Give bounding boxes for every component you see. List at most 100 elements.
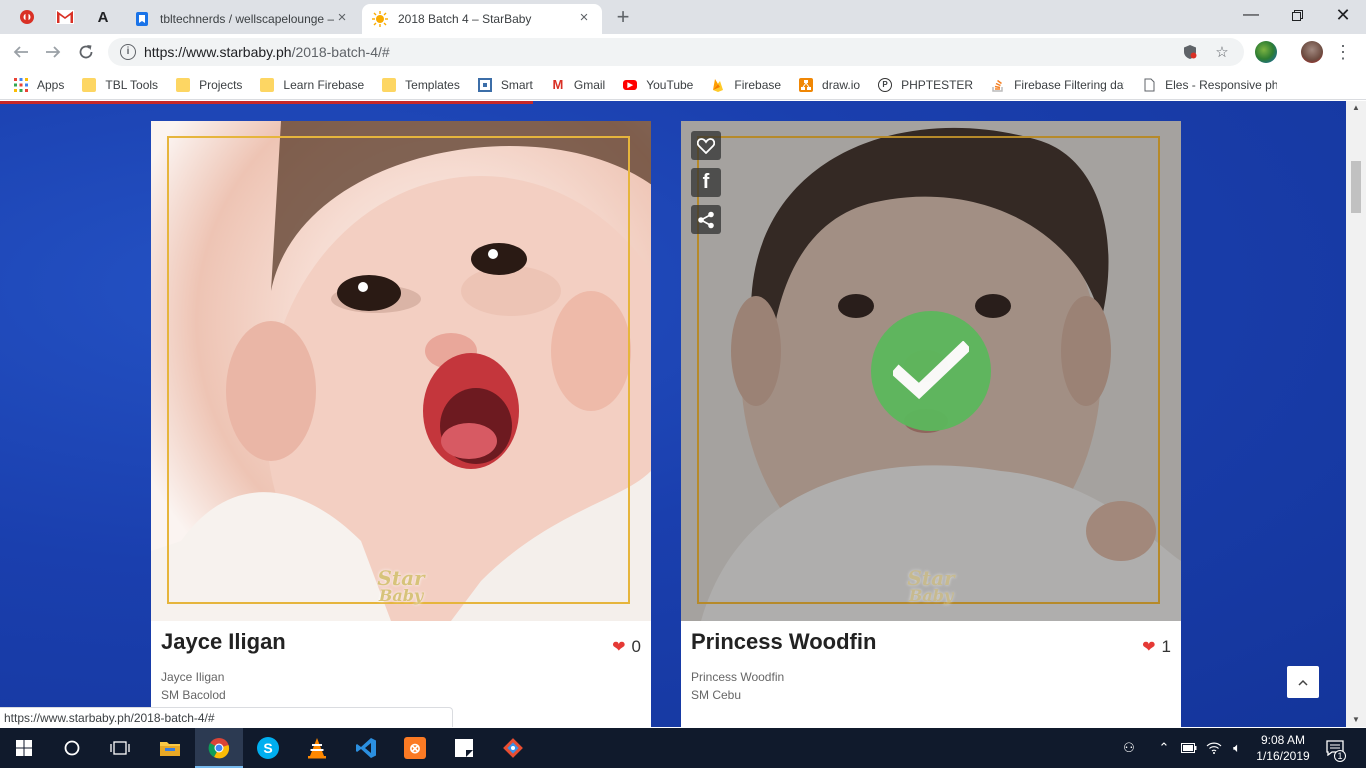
taskbar-file-explorer[interactable] <box>146 728 194 768</box>
system-clock[interactable]: 9:08 AM 1/16/2019 <box>1248 732 1318 764</box>
pinned-tab-a[interactable]: A <box>84 0 122 34</box>
skype-icon: S <box>257 737 279 759</box>
pinned-tab-gmail[interactable] <box>46 0 84 34</box>
tab-tbltechnerds[interactable]: tbltechnerds / wellscapelounge – × <box>124 4 360 34</box>
site-info-icon[interactable]: i <box>120 44 136 60</box>
reload-button[interactable] <box>73 39 99 65</box>
scroll-to-top-button[interactable] <box>1287 666 1319 698</box>
battery-icon[interactable] <box>1178 728 1200 768</box>
phptester-icon: P <box>878 77 893 92</box>
tab-close-icon[interactable]: × <box>334 10 350 27</box>
stackoverflow-icon <box>992 79 1003 92</box>
profile-avatar[interactable] <box>1301 41 1323 63</box>
close-window-button[interactable]: ✕ <box>1320 0 1366 30</box>
bookmark-eles[interactable]: Eles - Responsive php <box>1142 78 1277 92</box>
bookmark-drawio[interactable]: draw.io <box>799 77 860 92</box>
bookmark-star-icon[interactable]: ☆ <box>1210 38 1234 66</box>
git-diamond-icon <box>503 738 523 758</box>
contestant-subname: Princess Woodfin <box>691 670 785 684</box>
volume-icon[interactable]: 🔈︎ <box>1226 728 1248 768</box>
reload-icon <box>79 45 93 59</box>
heart-icon: ❤ <box>1142 639 1156 656</box>
task-view-button[interactable] <box>96 728 144 768</box>
contestant-photo[interactable]: Star Baby f <box>681 121 1181 621</box>
blocked-content-icon[interactable] <box>1178 38 1202 66</box>
minimize-icon: — <box>1243 6 1259 23</box>
xampp-icon: ⊗ <box>404 737 426 759</box>
bookmark-projects[interactable]: Projects <box>176 77 242 92</box>
like-button[interactable] <box>691 131 721 160</box>
task-view-icon <box>110 741 130 755</box>
extension-globe-icon[interactable] <box>1255 41 1277 63</box>
start-button[interactable] <box>0 728 48 768</box>
card-info: Princess Woodfin ❤ 1 Princess Woodfin SM… <box>681 621 1181 727</box>
maximize-button[interactable] <box>1274 0 1320 30</box>
a-letter-icon: A <box>97 8 109 26</box>
folder-icon <box>382 77 397 92</box>
bookmark-apps[interactable]: Apps <box>14 77 64 92</box>
tab-title: tbltechnerds / wellscapelounge – <box>160 12 334 26</box>
page-content: Star Baby Jayce Iligan ❤ 0 Jayce Iligan S… <box>0 101 1346 727</box>
back-button[interactable] <box>8 39 34 65</box>
contestant-photo[interactable]: Star Baby <box>151 121 651 621</box>
bookmark-youtube[interactable]: ▶ YouTube <box>623 78 693 92</box>
gmail-icon <box>56 10 74 24</box>
opera-icon <box>20 10 34 24</box>
like-counter[interactable]: ❤ 1 <box>1142 637 1171 657</box>
minimize-button[interactable]: — <box>1228 0 1274 30</box>
contestant-location: SM Cebu <box>691 688 742 702</box>
windows-logo-icon <box>16 740 32 756</box>
bookmark-gmail[interactable]: M Gmail <box>551 77 605 92</box>
scroll-down-arrow-icon[interactable]: ▼ <box>1346 713 1366 727</box>
contestant-card[interactable]: Star Baby f Princess Woodfin ❤ 1 Princes… <box>681 121 1181 727</box>
bookmark-templates[interactable]: Templates <box>382 77 460 92</box>
wifi-icon[interactable] <box>1203 728 1225 768</box>
taskbar-skype[interactable]: S <box>244 728 292 768</box>
apps-grid-icon <box>14 77 28 92</box>
bookmark-smart[interactable]: Smart <box>477 77 533 92</box>
forward-button[interactable] <box>40 39 66 65</box>
chevron-up-icon <box>1298 679 1308 686</box>
file-explorer-icon <box>160 742 180 756</box>
like-counter[interactable]: ❤ 0 <box>612 637 641 657</box>
scroll-up-arrow-icon[interactable]: ▲ <box>1346 101 1366 115</box>
sticky-notes-icon <box>455 739 473 757</box>
pinned-tab-1[interactable] <box>8 0 46 34</box>
people-button[interactable]: ⚇ <box>1116 728 1142 768</box>
contestant-card[interactable]: Star Baby Jayce Iligan ❤ 0 Jayce Iligan S… <box>151 121 651 727</box>
bookmark-firebase[interactable]: Firebase <box>711 78 781 92</box>
show-hidden-icons-button[interactable]: ⌃ <box>1152 728 1176 768</box>
taskbar-sticky-notes[interactable] <box>440 728 488 768</box>
taskbar-xampp[interactable]: ⊗ <box>391 728 439 768</box>
taskbar-git-tool[interactable] <box>489 728 537 768</box>
chrome-menu-button[interactable]: ⋮ <box>1330 39 1356 65</box>
taskbar-vlc[interactable] <box>293 728 341 768</box>
vlc-cone-icon <box>308 738 326 759</box>
like-count: 1 <box>1161 637 1171 656</box>
people-icon: ⚇ <box>1123 740 1135 755</box>
contestant-meta: Princess Woodfin SM Cebu <box>691 668 1171 704</box>
search-button[interactable] <box>48 728 96 768</box>
windows-taskbar: S ⊗ ⚇ ⌃ 🔈︎ 9:08 AM 1/16/2019 1 <box>0 728 1366 768</box>
bookmark-phptester[interactable]: P PHPTESTER <box>878 77 973 92</box>
chevron-up-icon: ⌃ <box>1158 740 1170 755</box>
page-scrollbar[interactable]: ▲ ▼ <box>1346 101 1366 727</box>
bookmark-tbl-tools[interactable]: TBL Tools <box>82 77 158 92</box>
scrollbar-thumb[interactable] <box>1351 161 1361 213</box>
new-tab-button[interactable]: + <box>611 6 635 30</box>
bookmark-firebase-filtering[interactable]: Firebase Filtering dat <box>991 78 1124 92</box>
taskbar-vscode[interactable] <box>342 728 390 768</box>
facebook-share-button[interactable]: f <box>691 168 721 197</box>
tab-starbaby[interactable]: 2018 Batch 4 – StarBaby × <box>362 4 602 34</box>
taskbar-chrome[interactable] <box>195 728 243 768</box>
starbaby-watermark: Star Baby <box>907 566 955 605</box>
more-vertical-icon: ⋮ <box>1334 42 1352 62</box>
tab-close-icon[interactable]: × <box>576 10 592 27</box>
action-center-button[interactable]: 1 <box>1320 728 1350 768</box>
share-button[interactable] <box>691 205 721 234</box>
bookmark-learn-firebase[interactable]: Learn Firebase <box>260 77 364 92</box>
folder-icon <box>176 77 191 92</box>
address-bar[interactable]: i https://www.starbaby.ph/2018-batch-4/#… <box>108 38 1244 66</box>
folder-icon <box>82 77 97 92</box>
contestant-subname: Jayce Iligan <box>161 670 225 684</box>
